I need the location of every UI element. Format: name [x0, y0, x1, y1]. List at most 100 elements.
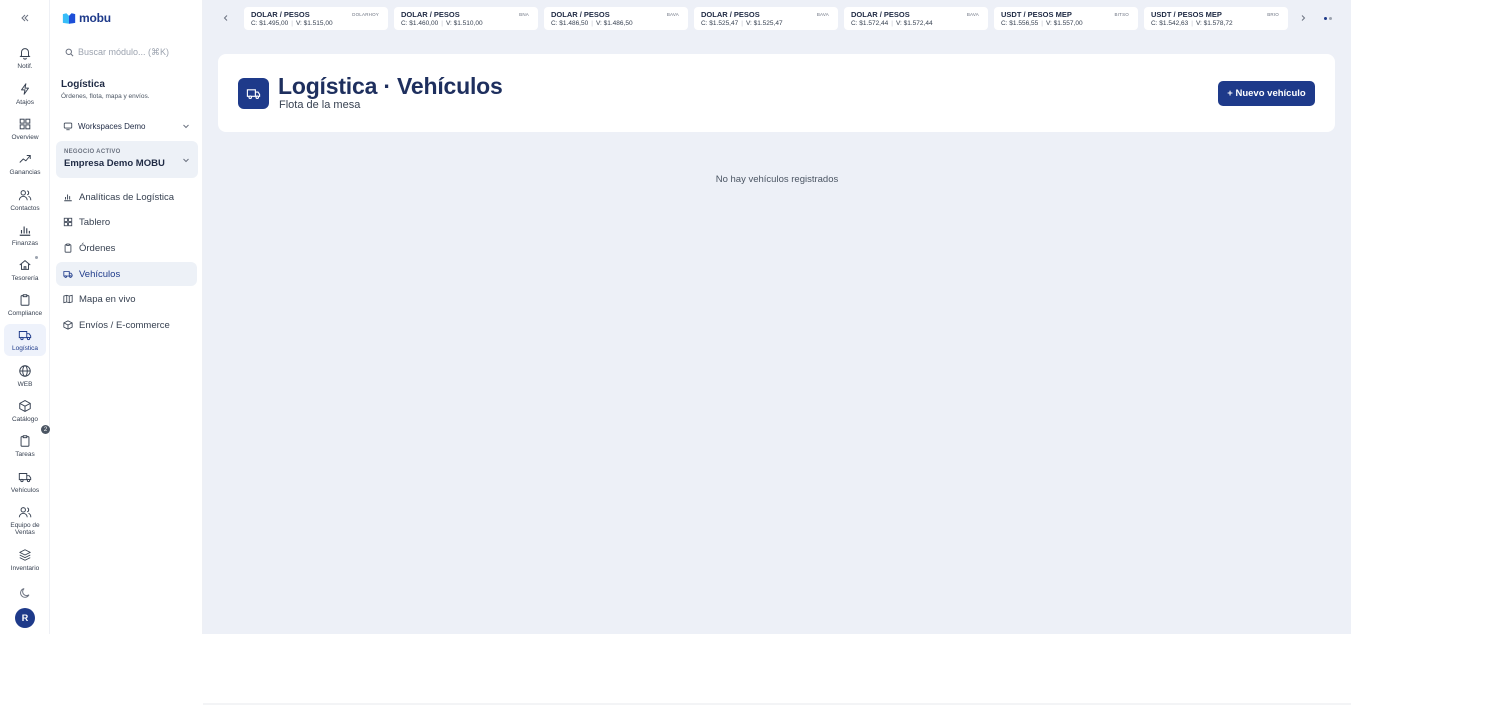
- rail-label: Equipo de Ventas: [10, 522, 40, 536]
- rate-buy: C: $1.486,50: [551, 20, 589, 27]
- page-header-card: Logística · Vehículos Flota de la mesa +…: [218, 54, 1335, 132]
- truck-icon: [238, 78, 269, 109]
- truck-icon: [18, 473, 32, 483]
- rate-pair: DOLAR / PESOS: [701, 10, 760, 19]
- active-business-selector[interactable]: NEGOCIO ACTIVO Empresa Demo MOBU: [56, 141, 198, 178]
- rate-pair: USDT / PESOS MEP: [1001, 10, 1072, 19]
- bar-chart-icon: [64, 194, 72, 202]
- bell-icon: [19, 48, 31, 60]
- rail-label: Vehículos: [10, 487, 40, 494]
- empty-state-message: No hay vehículos registrados: [715, 174, 839, 185]
- rate-values: C: $1.460,00 | V: $1.510,00: [401, 20, 483, 27]
- nav-item-envios[interactable]: Envíos / E-commerce: [56, 313, 197, 337]
- rate-pair: DOLAR / PESOS: [401, 10, 460, 19]
- module-search[interactable]: [60, 42, 193, 62]
- bar-chart-icon: [19, 226, 31, 236]
- rail-label: Contactos: [10, 205, 40, 212]
- nav-item-analiticas[interactable]: Analíticas de Logística: [56, 185, 197, 209]
- nav-item-label: Vehículos: [79, 268, 121, 280]
- rail-item-inventario[interactable]: Inventario: [4, 546, 46, 578]
- brand-logo[interactable]: mobu: [62, 10, 111, 26]
- workspace-name: Workspaces Demo: [78, 121, 146, 131]
- rail-label: Tesorería: [11, 275, 39, 282]
- ticker-next-button[interactable]: [1297, 12, 1309, 24]
- lightning-icon: [21, 83, 29, 95]
- workspace-selector[interactable]: Workspaces Demo: [56, 117, 198, 135]
- trend-up-icon: [19, 155, 31, 163]
- rail-item-compliance[interactable]: Compliance: [4, 291, 46, 323]
- ticker-pagination[interactable]: [1324, 17, 1332, 20]
- rail-label: Inventario: [10, 565, 40, 572]
- main-content: Logística · Vehículos Flota de la mesa +…: [203, 38, 1351, 634]
- rate-values: C: $1.525,47 | V: $1.525,47: [701, 20, 783, 27]
- rate-sell: V: $1.578,72: [1195, 20, 1233, 27]
- nav-item-ordenes[interactable]: Órdenes: [56, 236, 197, 260]
- panel-subtitle: Órdenes, flota, mapa y envíos.: [61, 93, 150, 100]
- box-icon: [19, 400, 31, 412]
- clipboard-check-icon: [20, 435, 30, 447]
- rate-buy: C: $1.572,44: [851, 20, 889, 27]
- rate-buy: C: $1.460,00: [401, 20, 439, 27]
- rail-label: Finanzas: [11, 240, 39, 247]
- nav-item-label: Órdenes: [79, 242, 116, 254]
- rate-sell: V: $1.525,47: [745, 20, 783, 27]
- new-vehicle-button[interactable]: + Nuevo vehículo: [1218, 81, 1315, 106]
- chevron-down-icon: [183, 158, 189, 163]
- users-icon: [18, 190, 32, 201]
- nav-item-label: Analíticas de Logística: [79, 191, 175, 203]
- panel-title: Logística: [61, 79, 105, 90]
- rail-label: Catálogo: [11, 416, 39, 423]
- rate-card: DOLAR / PESOS BAVA C: $1.525,47 | V: $1.52…: [694, 7, 838, 30]
- chevron-down-icon: [183, 124, 189, 129]
- rail-item-logistica[interactable]: Logística: [4, 324, 46, 356]
- truck-icon: [18, 331, 32, 341]
- active-business-label: NEGOCIO ACTIVO: [64, 149, 121, 155]
- nav-item-tablero[interactable]: Tablero: [56, 210, 197, 234]
- rail-item-atajos[interactable]: Atajos: [4, 80, 46, 112]
- rail-item-equipo-de-ventas[interactable]: Equipo de Ventas: [4, 503, 46, 539]
- clipboard-icon: [64, 243, 72, 253]
- rail-item-overview[interactable]: Overview: [4, 115, 46, 147]
- rail-item-catalogo[interactable]: Catálogo: [4, 397, 46, 429]
- rail-item-ganancias[interactable]: Ganancias: [4, 150, 46, 182]
- rate-card: DOLAR / PESOS BAVA C: $1.486,50 | V: $1.48…: [544, 7, 688, 30]
- search-input[interactable]: [78, 47, 188, 57]
- rail-item-contactos[interactable]: Contactos: [4, 186, 46, 218]
- rail-label: Tareas: [15, 451, 35, 458]
- icon-rail: Notif. Atajos Overview Ganancias Contact…: [0, 0, 50, 634]
- brand-name: mobu: [79, 11, 111, 25]
- globe-icon: [19, 365, 31, 377]
- avatar[interactable]: R: [15, 608, 35, 628]
- rate-buy: C: $1.556,55: [1001, 20, 1039, 27]
- rate-buy: C: $1.525,47: [701, 20, 739, 27]
- collapse-icon[interactable]: [15, 10, 35, 26]
- rate-values: C: $1.486,50 | V: $1.486,50: [551, 20, 633, 27]
- rail-label: Atajos: [15, 99, 35, 106]
- rail-item-tareas[interactable]: Tareas: [4, 432, 46, 464]
- chevron-right-icon: [1301, 15, 1306, 21]
- rate-sell: V: $1.486,50: [595, 20, 633, 27]
- search-icon: [65, 48, 74, 56]
- rail-item-finanzas[interactable]: Finanzas: [4, 221, 46, 253]
- rail-item-tesoreria[interactable]: Tesorería: [4, 256, 46, 288]
- rate-source: BAVA: [666, 12, 679, 17]
- rail-item-notif[interactable]: Notif.: [4, 44, 46, 76]
- rail-label: Compliance: [7, 310, 43, 317]
- rate-pair: USDT / PESOS MEP: [1151, 10, 1222, 19]
- nav-item-mapa-en-vivo[interactable]: Mapa en vivo: [56, 287, 197, 311]
- ticker-prev-button[interactable]: [220, 12, 232, 24]
- moon-icon[interactable]: [18, 586, 32, 600]
- rate-card: DOLAR / PESOS DOLARHOY C: $1.495,00 | V: $…: [244, 7, 388, 30]
- rate-sell: V: $1.557,00: [1045, 20, 1083, 27]
- rate-values: C: $1.495,00 | V: $1.515,00: [251, 20, 333, 27]
- rate-card: DOLAR / PESOS BAVA C: $1.572,44 | V: $1.57…: [844, 7, 988, 30]
- truck-icon: [63, 271, 73, 278]
- rate-source: BITSO: [1114, 12, 1129, 17]
- rail-item-web[interactable]: WEB: [4, 362, 46, 394]
- nav-item-vehiculos[interactable]: Vehículos: [56, 262, 197, 286]
- chevron-left-icon: [223, 15, 228, 21]
- rate-pair: DOLAR / PESOS: [851, 10, 910, 19]
- grid-icon: [19, 118, 31, 130]
- rail-item-vehiculos[interactable]: Vehículos: [4, 468, 46, 500]
- nav-item-label: Mapa en vivo: [79, 293, 136, 305]
